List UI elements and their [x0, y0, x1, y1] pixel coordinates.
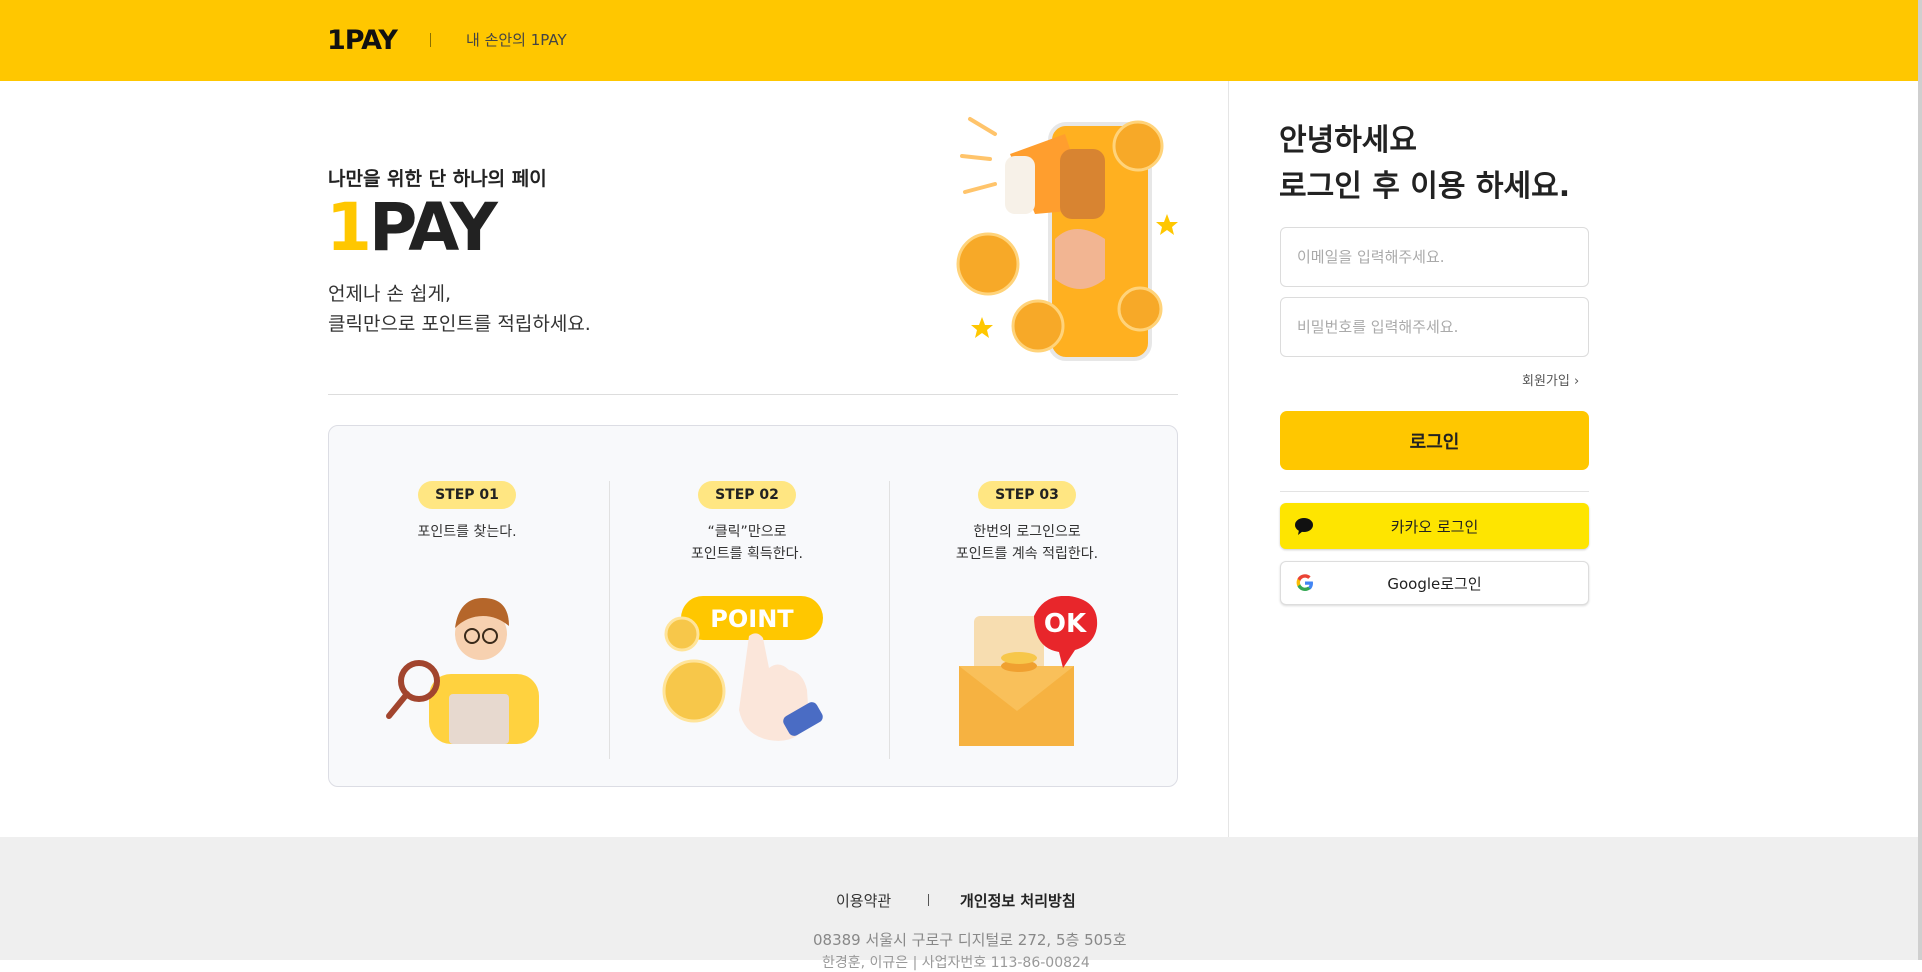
button-separator	[1280, 491, 1589, 492]
footer-company-info: 한경훈, 이규은 | 사업자번호 113-86-00824	[822, 955, 1090, 971]
google-g-icon	[1296, 574, 1313, 591]
header-tagline: 내 손안의 1PAY	[466, 31, 567, 49]
step-2-line1: “클릭”만으로	[707, 524, 787, 540]
person-search-illustration	[386, 598, 539, 744]
hero-separator	[328, 394, 1178, 395]
step-3: STEP 03 한번의 로그인으로 포인트를 계속 적립한다.	[887, 481, 1167, 565]
ok-label: OK	[1044, 609, 1087, 639]
footer-address: 08389 서울시 구로구 디지털로 272, 5층 505호	[813, 931, 1127, 949]
terms-link[interactable]: 이용약관	[836, 890, 891, 911]
kakao-login-button[interactable]: 카카오 로그인	[1280, 503, 1589, 549]
kakao-chat-icon	[1295, 518, 1313, 535]
email-field[interactable]	[1280, 227, 1589, 287]
header-divider	[430, 33, 431, 47]
step-1-badge: STEP 01	[418, 481, 516, 509]
point-label: POINT	[710, 605, 794, 633]
step-2: STEP 02 “클릭”만으로 포인트를 획득한다.	[607, 481, 887, 565]
panel-divider	[1228, 81, 1229, 837]
greeting-line1: 안녕하세요	[1279, 123, 1417, 158]
login-button[interactable]: 로그인	[1280, 411, 1589, 470]
footer-divider	[928, 894, 929, 906]
step-1: STEP 01 포인트를 찾는다.	[327, 481, 607, 543]
logo[interactable]: 1PAY	[327, 27, 398, 54]
step-2-line2: 포인트를 획득한다.	[691, 546, 803, 562]
hero-subtitle: 나만을 위한 단 하나의 페이	[328, 168, 547, 190]
step-1-text: 포인트를 찾는다.	[327, 521, 607, 543]
kakao-login-label: 카카오 로그인	[1390, 517, 1479, 536]
scrollbar[interactable]	[1918, 0, 1922, 960]
steps-panel: STEP 01 포인트를 찾는다. STEP 02 “클릭”만으로 포인트를 획…	[328, 425, 1178, 787]
password-field[interactable]	[1280, 297, 1589, 357]
hero-description: 언제나 손 쉽게, 클릭만으로 포인트를 적립하세요.	[328, 279, 591, 339]
privacy-link[interactable]: 개인정보 처리방침	[960, 890, 1076, 911]
step-2-text: “클릭”만으로 포인트를 획득한다.	[607, 521, 887, 565]
step-3-badge: STEP 03	[978, 481, 1076, 509]
step-3-text: 한번의 로그인으로 포인트를 계속 적립한다.	[887, 521, 1167, 565]
hero-title-rest: PAY	[368, 189, 498, 266]
envelope-ok-illustration: OK	[959, 596, 1098, 746]
step-1-line1: 포인트를 찾는다.	[417, 524, 517, 540]
hero-title-accent: 1	[326, 189, 372, 266]
login-greeting: 안녕하세요 로그인 후 이용 하세요.	[1279, 118, 1570, 210]
step-3-line1: 한번의 로그인으로	[973, 524, 1081, 540]
google-login-label: Google로그인	[1387, 574, 1482, 593]
step-3-line2: 포인트를 계속 적립한다.	[955, 546, 1099, 562]
hero-desc-line2: 클릭만으로 포인트를 적립하세요.	[328, 313, 591, 335]
hero-title: 1PAY	[326, 193, 498, 263]
greeting-line2: 로그인 후 이용 하세요.	[1279, 169, 1571, 204]
point-click-illustration: POINT	[662, 596, 823, 741]
hero-desc-line1: 언제나 손 쉽게,	[328, 283, 451, 305]
signup-link[interactable]: 회원가입 ›	[1522, 370, 1579, 389]
top-header	[0, 0, 1918, 81]
megaphone-phone-illustration	[956, 117, 1178, 361]
google-login-button[interactable]: Google로그인	[1280, 561, 1589, 605]
step-2-badge: STEP 02	[698, 481, 796, 509]
